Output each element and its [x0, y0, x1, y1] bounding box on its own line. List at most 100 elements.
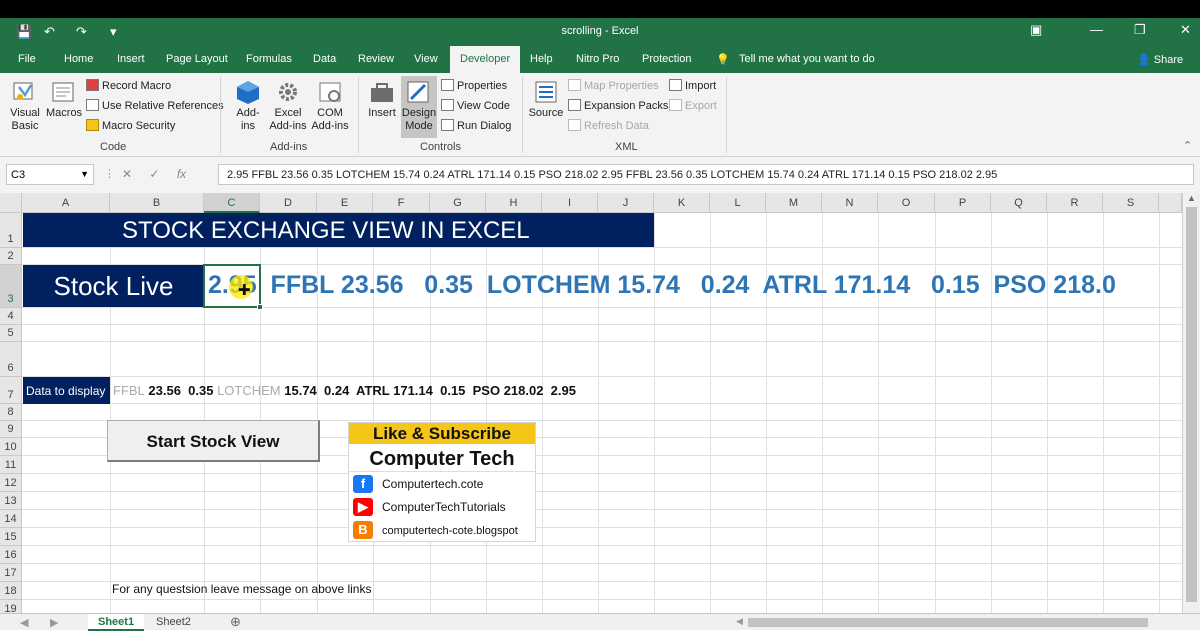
- cancel-icon[interactable]: ✕: [122, 167, 132, 181]
- row-header[interactable]: 1: [0, 213, 22, 248]
- tab-protection[interactable]: Protection: [642, 53, 692, 65]
- row-header[interactable]: 6: [0, 342, 22, 377]
- data-to-display-value[interactable]: FFBL 23.56 0.35 LOTCHEM 15.74 0.24 ATRL …: [113, 383, 576, 398]
- column-header[interactable]: M: [766, 193, 822, 213]
- row-header[interactable]: 11: [0, 456, 22, 474]
- column-header[interactable]: J: [598, 193, 654, 213]
- visual-basic-button[interactable]: Visual Basic: [6, 79, 44, 133]
- column-header[interactable]: N: [822, 193, 878, 213]
- sheet-tab-sheet1[interactable]: Sheet1: [88, 614, 145, 631]
- sheet-tab-sheet2[interactable]: Sheet2: [146, 614, 201, 631]
- collapse-ribbon-icon[interactable]: ⌃: [1183, 139, 1192, 152]
- column-header[interactable]: L: [710, 193, 766, 213]
- macro-security-button[interactable]: Macro Security: [86, 119, 175, 133]
- column-header[interactable]: H: [486, 193, 542, 213]
- source-button[interactable]: Source: [528, 79, 564, 120]
- tell-me-search[interactable]: Tell me what you want to do: [739, 53, 875, 65]
- maximize-icon[interactable]: ❐: [1134, 22, 1146, 38]
- start-stock-view-button[interactable]: Start Stock View: [107, 420, 320, 462]
- import-button[interactable]: Import: [669, 79, 716, 93]
- tab-data[interactable]: Data: [313, 53, 336, 65]
- tab-view[interactable]: View: [414, 53, 438, 65]
- row-header[interactable]: 8: [0, 404, 22, 421]
- select-all-corner[interactable]: [0, 193, 22, 213]
- column-header[interactable]: F: [373, 193, 430, 213]
- properties-button[interactable]: Properties: [441, 79, 507, 93]
- row-header[interactable]: 19: [0, 600, 22, 613]
- column-header[interactable]: G: [430, 193, 486, 213]
- chevron-down-icon[interactable]: ▼: [80, 169, 89, 179]
- insert-function-icon[interactable]: fx: [177, 167, 186, 181]
- ribbon-display-options-icon[interactable]: ▣: [1030, 22, 1042, 38]
- design-mode-button[interactable]: Design Mode: [401, 76, 437, 138]
- column-header[interactable]: S: [1103, 193, 1159, 213]
- row-header[interactable]: 16: [0, 546, 22, 564]
- tab-file[interactable]: File: [18, 53, 36, 65]
- map-properties-button[interactable]: Map Properties: [568, 79, 659, 93]
- tab-page-layout[interactable]: Page Layout: [166, 53, 228, 65]
- row-header[interactable]: 3: [0, 265, 22, 308]
- insert-control-button[interactable]: Insert: [364, 79, 400, 120]
- macros-button[interactable]: Macros: [46, 79, 82, 120]
- row-header[interactable]: 7: [0, 377, 22, 404]
- next-sheet-icon[interactable]: ▶: [50, 616, 58, 629]
- vertical-scrollbar[interactable]: ▲: [1182, 193, 1200, 613]
- column-header[interactable]: E: [317, 193, 373, 213]
- scroll-left-icon[interactable]: ◀: [736, 616, 743, 627]
- column-header[interactable]: A: [22, 193, 110, 213]
- column-header[interactable]: R: [1047, 193, 1103, 213]
- column-header[interactable]: B: [110, 193, 204, 213]
- youtube-link[interactable]: ▶ ComputerTechTutorials: [349, 495, 535, 518]
- share-button[interactable]: 👤 Share: [1137, 53, 1183, 66]
- column-header[interactable]: Q: [991, 193, 1047, 213]
- column-header[interactable]: O: [878, 193, 935, 213]
- tab-review[interactable]: Review: [358, 53, 394, 65]
- column-header[interactable]: K: [654, 193, 710, 213]
- horizontal-scrollbar-thumb[interactable]: [748, 618, 1148, 627]
- row-header[interactable]: 12: [0, 474, 22, 492]
- row-header[interactable]: 10: [0, 438, 22, 456]
- tab-insert[interactable]: Insert: [117, 53, 145, 65]
- enter-icon[interactable]: ✓: [149, 167, 159, 181]
- view-code-button[interactable]: View Code: [441, 99, 510, 113]
- column-header[interactable]: D: [260, 193, 317, 213]
- scrollbar-thumb[interactable]: [1186, 207, 1197, 602]
- row-header[interactable]: 15: [0, 528, 22, 546]
- row-header[interactable]: 14: [0, 510, 22, 528]
- blogger-link[interactable]: Bcomputertech-cote.blogspot: [349, 518, 535, 541]
- excel-addins-button[interactable]: Excel Add-ins: [266, 79, 310, 133]
- tab-help[interactable]: Help: [530, 53, 553, 65]
- close-icon[interactable]: ✕: [1180, 22, 1191, 38]
- expansion-packs-button[interactable]: Expansion Packs: [568, 99, 668, 113]
- row-header[interactable]: 2: [0, 248, 22, 265]
- tab-developer[interactable]: Developer: [450, 46, 521, 73]
- facebook-link[interactable]: f Computertech.cote: [349, 472, 535, 495]
- record-macro-button[interactable]: Record Macro: [86, 79, 171, 93]
- com-addins-button[interactable]: COM Add-ins: [308, 79, 352, 133]
- fill-handle[interactable]: [257, 304, 263, 310]
- prev-sheet-icon[interactable]: ◀: [20, 616, 28, 629]
- export-button[interactable]: Export: [669, 99, 717, 113]
- tab-home[interactable]: Home: [64, 53, 93, 65]
- column-header[interactable]: P: [935, 193, 991, 213]
- row-header[interactable]: 5: [0, 325, 22, 342]
- tab-formulas[interactable]: Formulas: [246, 53, 292, 65]
- addins-button[interactable]: Add-ins: [230, 79, 266, 133]
- column-header[interactable]: C: [204, 193, 260, 213]
- formula-input[interactable]: 2.95 FFBL 23.56 0.35 LOTCHEM 15.74 0.24 …: [218, 164, 1194, 185]
- row-header[interactable]: 17: [0, 564, 22, 582]
- minimize-icon[interactable]: —: [1090, 22, 1103, 37]
- refresh-data-button[interactable]: Refresh Data: [568, 119, 649, 133]
- worksheet-grid[interactable]: A B C D E F G H I J K L M N O P Q R S 1 …: [0, 193, 1200, 613]
- use-relative-references-button[interactable]: Use Relative References: [86, 99, 224, 113]
- name-box[interactable]: C3 ▼: [6, 164, 94, 185]
- row-header[interactable]: 13: [0, 492, 22, 510]
- tab-nitro-pro[interactable]: Nitro Pro: [576, 53, 619, 65]
- row-header[interactable]: 18: [0, 582, 22, 600]
- column-header[interactable]: I: [542, 193, 598, 213]
- run-dialog-button[interactable]: Run Dialog: [441, 119, 511, 133]
- add-sheet-icon[interactable]: ⊕: [230, 614, 241, 630]
- row-header[interactable]: 9: [0, 421, 22, 438]
- stock-ticker[interactable]: 2.95 FFBL 23.56 0.35 LOTCHEM 15.74 0.24 …: [208, 271, 1116, 300]
- scroll-up-icon[interactable]: ▲: [1187, 193, 1196, 203]
